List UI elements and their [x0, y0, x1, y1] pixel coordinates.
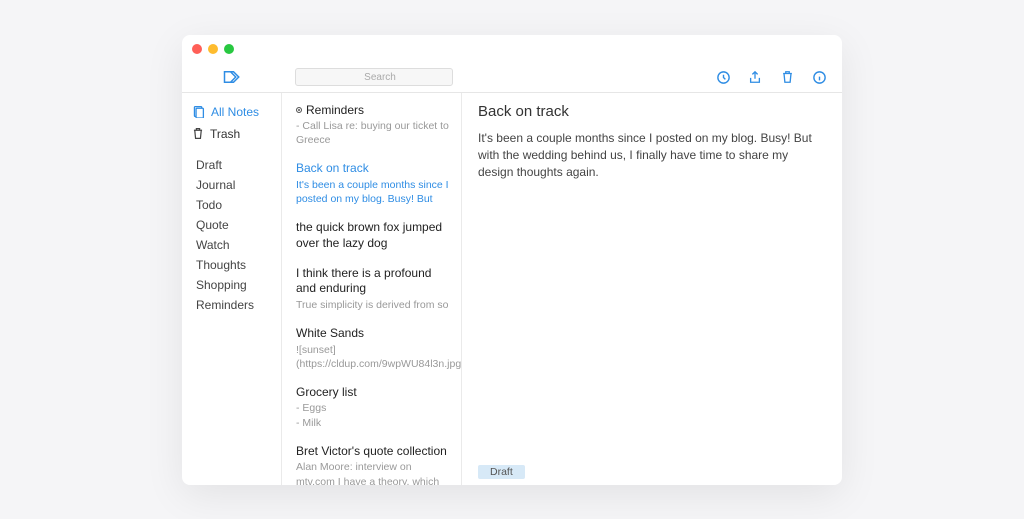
sidebar-tag-shopping[interactable]: Shopping — [182, 275, 281, 295]
search-input[interactable] — [295, 68, 453, 86]
sidebar-tag-todo[interactable]: Todo — [182, 195, 281, 215]
note-list-item[interactable]: I think there is a profound and enduring… — [282, 260, 461, 320]
note-item-preview: - Call Lisa re: buying our ticket to Gre… — [296, 119, 451, 147]
note-item-title: Bret Victor's quote collection — [296, 444, 451, 460]
sidebar-trash-label: Trash — [210, 127, 240, 141]
search-field[interactable] — [295, 68, 425, 86]
note-list-item[interactable]: Back on trackIt's been a couple months s… — [282, 155, 461, 214]
note-item-title: the quick brown fox jumped over the lazy… — [296, 220, 451, 251]
notes-icon — [192, 105, 205, 118]
note-list-item[interactable]: Bret Victor's quote collectionAlan Moore… — [282, 438, 461, 485]
note-detail: Back on track It's been a couple months … — [462, 93, 842, 485]
note-item-title: Reminders — [296, 103, 451, 119]
note-item-title: Grocery list — [296, 385, 451, 401]
sidebar: All Notes Trash DraftJournalTodoQuoteWat… — [182, 93, 282, 485]
sidebar-tag-reminders[interactable]: Reminders — [182, 295, 281, 315]
note-detail-title: Back on track — [478, 103, 826, 120]
sidebar-tag-quote[interactable]: Quote — [182, 215, 281, 235]
note-item-preview: Alan Moore: interview on mtv.com I have … — [296, 460, 451, 484]
note-list-item[interactable]: Reminders- Call Lisa re: buying our tick… — [282, 97, 461, 156]
note-item-preview: It's been a couple months since I posted… — [296, 178, 451, 206]
tags-icon[interactable] — [223, 68, 241, 86]
pin-icon — [296, 107, 302, 113]
close-window-button[interactable] — [192, 44, 202, 54]
toolbar — [182, 63, 842, 93]
note-list-item[interactable]: Grocery list- Eggs - Milk — [282, 379, 461, 438]
sidebar-all-notes[interactable]: All Notes — [182, 101, 281, 123]
sidebar-tag-draft[interactable]: Draft — [182, 155, 281, 175]
note-item-title: Back on track — [296, 161, 451, 177]
note-detail-tag[interactable]: Draft — [478, 465, 525, 479]
app-window: All Notes Trash DraftJournalTodoQuoteWat… — [182, 35, 842, 485]
content-area: All Notes Trash DraftJournalTodoQuoteWat… — [182, 93, 842, 485]
note-item-preview: - Eggs - Milk — [296, 401, 451, 429]
info-icon[interactable] — [810, 68, 828, 86]
note-item-title: White Sands — [296, 326, 451, 342]
note-item-preview: True simplicity is derived from so — [296, 298, 451, 312]
note-item-title: I think there is a profound and enduring — [296, 266, 451, 297]
sidebar-trash[interactable]: Trash — [182, 123, 281, 145]
maximize-window-button[interactable] — [224, 44, 234, 54]
sidebar-tag-thoughts[interactable]: Thoughts — [182, 255, 281, 275]
sidebar-all-notes-label: All Notes — [211, 105, 259, 119]
sidebar-tag-journal[interactable]: Journal — [182, 175, 281, 195]
note-list[interactable]: Reminders- Call Lisa re: buying our tick… — [282, 93, 462, 485]
note-list-item[interactable]: the quick brown fox jumped over the lazy… — [282, 214, 461, 259]
note-item-preview: ![sunset](https://cldup.com/9wpWU84l3n.j… — [296, 343, 451, 371]
trash-small-icon — [192, 127, 204, 140]
note-detail-body[interactable]: It's been a couple months since I posted… — [478, 130, 826, 182]
trash-icon[interactable] — [778, 68, 796, 86]
sidebar-tag-watch[interactable]: Watch — [182, 235, 281, 255]
titlebar — [182, 35, 842, 63]
history-icon[interactable] — [714, 68, 732, 86]
note-list-item[interactable]: White Sands![sunset](https://cldup.com/9… — [282, 320, 461, 379]
minimize-window-button[interactable] — [208, 44, 218, 54]
share-icon[interactable] — [746, 68, 764, 86]
